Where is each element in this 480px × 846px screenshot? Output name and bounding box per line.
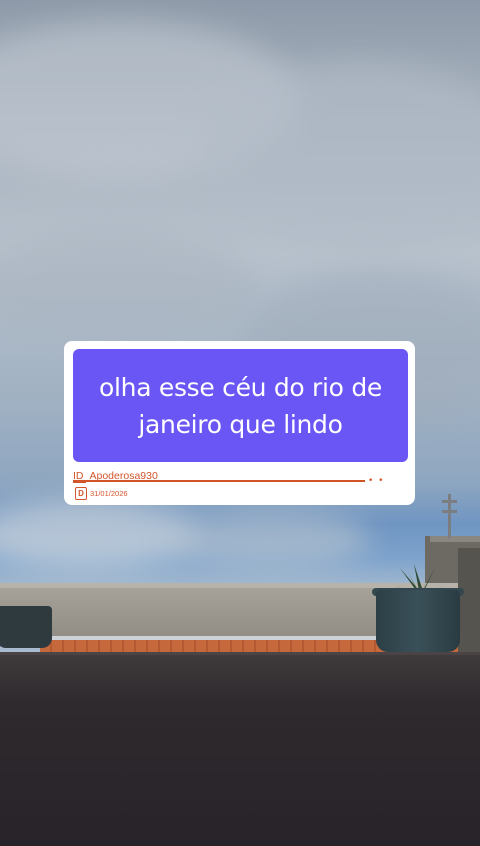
caption-box: olha esse céu do rio de janeiro que lind… — [73, 349, 408, 462]
antenna-arm — [442, 500, 457, 503]
date-row: D 31/01/2026 — [75, 487, 128, 500]
caption-text: olha esse céu do rio de janeiro que lind… — [99, 372, 382, 439]
left-plant-pot — [0, 606, 52, 648]
cloud — [170, 510, 370, 570]
antenna-arm — [442, 510, 457, 513]
date-icon: D — [75, 487, 87, 500]
date-text: 31/01/2026 — [90, 489, 128, 498]
front-wall — [0, 655, 480, 846]
building-roof — [430, 536, 480, 542]
right-plant-pot — [376, 590, 460, 652]
dots: • • — [368, 476, 385, 486]
id-underline — [73, 480, 365, 482]
